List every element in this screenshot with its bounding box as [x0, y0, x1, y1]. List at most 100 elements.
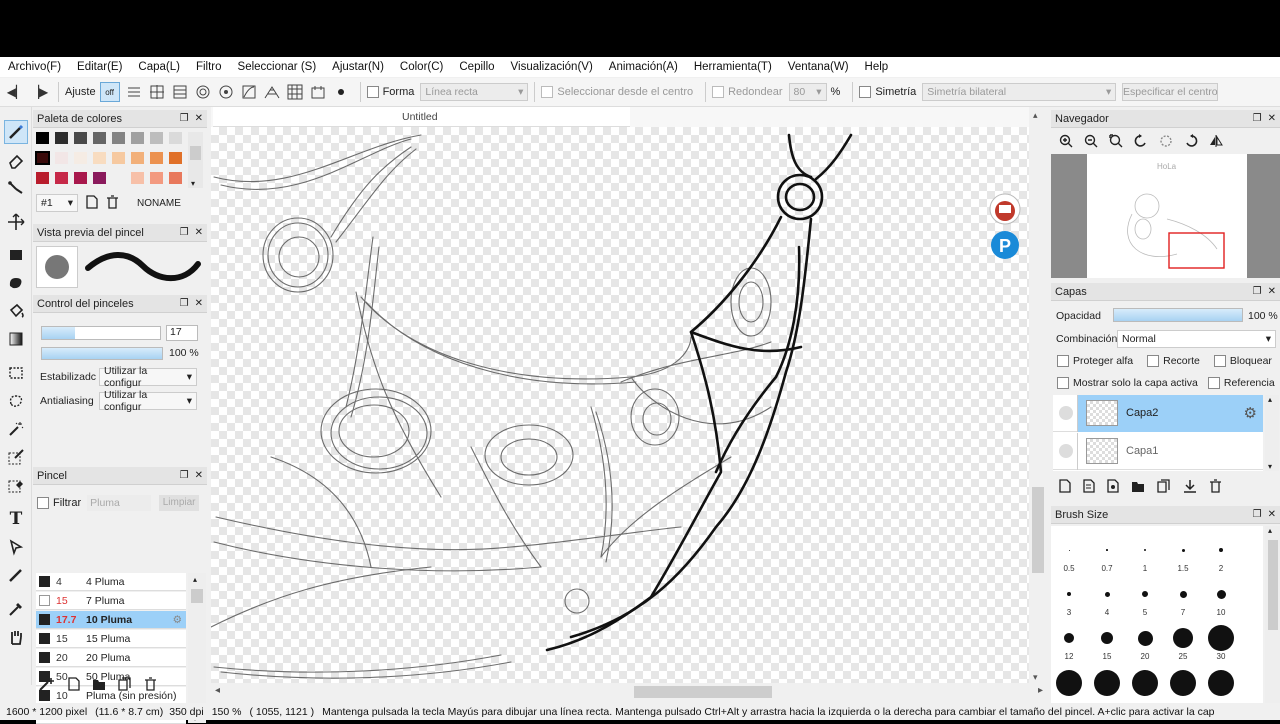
picsart-p-icon[interactable]: P	[991, 231, 1019, 259]
next-icon[interactable]: ▕▶	[29, 82, 49, 102]
forma-select[interactable]: Línea recta ▾	[420, 83, 529, 101]
brush-size-dot[interactable]	[1068, 549, 1070, 551]
color-swatch[interactable]	[74, 172, 87, 184]
menu-item-capa-l[interactable]: Capa(L)	[130, 61, 188, 73]
previous-icon[interactable]: ◀▏	[6, 82, 26, 102]
brush-list-item[interactable]: 15 7 Pluma	[36, 592, 186, 610]
clip-checkbox[interactable]	[1147, 355, 1160, 367]
canvas-vertical-scrollbar[interactable]: ▴ ▾	[1029, 107, 1047, 685]
move-tool-icon[interactable]	[4, 210, 28, 234]
brush-size-dot[interactable]	[1056, 670, 1082, 696]
brush-size-field[interactable]: 17	[166, 325, 198, 341]
color-swatch[interactable]	[131, 152, 144, 164]
forma-checkbox[interactable]	[366, 86, 379, 98]
brush-size-dot[interactable]	[1219, 548, 1223, 552]
scroll-thumb[interactable]	[1032, 487, 1044, 573]
brush-size-dot[interactable]	[1181, 548, 1185, 552]
zoom-in-icon[interactable]	[1059, 134, 1073, 151]
antialias-select[interactable]: Utilizar la configur ▾	[99, 389, 197, 413]
menu-item-color-c[interactable]: Color(C)	[392, 61, 451, 73]
flip-icon[interactable]	[1209, 134, 1223, 151]
brush-size-dot[interactable]	[1170, 670, 1196, 696]
brush-size-dot[interactable]	[1101, 632, 1113, 644]
scroll-thumb[interactable]	[1268, 540, 1278, 630]
brush-size-dot[interactable]	[1067, 592, 1071, 596]
opacity-slider[interactable]	[41, 347, 163, 360]
brush-list-item[interactable]: 4 4 Pluma	[36, 573, 186, 591]
select-center-checkbox[interactable]	[541, 86, 554, 98]
lines-tool-icon[interactable]	[4, 176, 28, 200]
close-icon[interactable]: ✕	[1268, 286, 1276, 297]
rotate-reset-icon[interactable]	[1159, 134, 1173, 151]
color-swatch[interactable]	[74, 152, 87, 164]
menu-item-herramienta-t[interactable]: Herramienta(T)	[686, 61, 780, 73]
color-swatch[interactable]	[150, 152, 163, 164]
visibility-toggle-icon[interactable]	[1059, 444, 1073, 458]
dot-icon[interactable]	[331, 82, 351, 102]
snap-hlines-icon[interactable]	[170, 82, 190, 102]
snap-concentric-icon[interactable]	[216, 82, 236, 102]
layer-settings-icon[interactable]: ⚙	[1244, 404, 1257, 422]
snap-circle-icon[interactable]	[193, 82, 213, 102]
merge-down-icon[interactable]	[1183, 479, 1197, 496]
layer-row[interactable]: Capa2 ⚙	[1053, 394, 1263, 432]
duplicate-layer-icon[interactable]	[1157, 479, 1171, 496]
filter-checkbox[interactable]	[37, 497, 49, 509]
palette-scrollbar[interactable]: ▾	[188, 132, 203, 188]
folder-icon[interactable]	[92, 678, 106, 694]
stabilizer-select[interactable]: Utilizar la configur ▾	[99, 365, 197, 389]
color-swatch[interactable]	[36, 132, 49, 144]
eyedropper-tool-icon[interactable]	[4, 597, 28, 621]
text-tool-icon[interactable]: T	[4, 507, 28, 531]
brush-size-slider[interactable]	[41, 326, 161, 340]
color-swatch[interactable]	[131, 132, 144, 144]
pen-tool-icon[interactable]	[4, 563, 28, 587]
document-tab[interactable]: Untitled	[213, 107, 630, 127]
color-swatch[interactable]	[112, 152, 125, 164]
color-swatch[interactable]	[93, 152, 106, 164]
brush-size-dot[interactable]	[1179, 590, 1187, 598]
menu-item-ajustar-n[interactable]: Ajustar(N)	[324, 61, 392, 73]
menu-item-editar-e[interactable]: Editar(E)	[69, 61, 130, 73]
blend-mode-select[interactable]: Normal ▾	[1117, 330, 1276, 348]
gradient-tool-icon[interactable]	[4, 327, 28, 351]
close-icon[interactable]: ✕	[1268, 509, 1276, 520]
menu-item-visualización-v[interactable]: Visualización(V)	[503, 61, 601, 73]
brush-size-scrollbar[interactable]: ▴	[1265, 526, 1280, 703]
snap-grid-icon[interactable]	[285, 82, 305, 102]
magic-wand-tool-icon[interactable]	[4, 417, 28, 441]
add-brush-icon[interactable]	[38, 676, 56, 695]
layer-opacity-slider[interactable]	[1113, 308, 1243, 322]
menu-item-help[interactable]: Help	[857, 61, 897, 73]
simetria-checkbox[interactable]	[859, 86, 872, 98]
rotate-left-icon[interactable]	[1134, 134, 1148, 151]
rect-select-tool-icon[interactable]	[4, 361, 28, 385]
lock-checkbox[interactable]	[1213, 355, 1226, 367]
brush-list-item[interactable]: 20 20 Pluma	[36, 649, 186, 667]
brush-size-dot[interactable]	[1142, 591, 1148, 597]
color-swatch[interactable]	[55, 132, 68, 144]
close-icon[interactable]: ✕	[195, 298, 203, 309]
close-icon[interactable]: ✕	[195, 470, 203, 481]
snap-perspective-icon[interactable]	[262, 82, 282, 102]
hand-tool-icon[interactable]	[4, 625, 28, 649]
trash-icon[interactable]	[106, 194, 119, 212]
menu-item-animación-a[interactable]: Animación(A)	[601, 61, 686, 73]
specify-center-button[interactable]: Especificar el centro	[1122, 83, 1219, 101]
select-pen-tool-icon[interactable]	[4, 445, 28, 469]
color-swatch[interactable]	[169, 172, 182, 184]
color-swatch[interactable]	[93, 172, 106, 184]
zoom-fit-icon[interactable]	[1109, 134, 1123, 151]
folder-icon[interactable]	[1131, 480, 1145, 496]
snap-off-button[interactable]: off	[99, 82, 120, 102]
brush-size-dot[interactable]	[1208, 670, 1234, 696]
color-swatch[interactable]	[169, 132, 182, 144]
color-swatch[interactable]	[112, 132, 125, 144]
zoom-out-icon[interactable]	[1084, 134, 1098, 151]
brush-list-item[interactable]: 15 15 Pluma	[36, 630, 186, 648]
sketch-drawing[interactable]: P	[211, 127, 1029, 683]
float-icon[interactable]: ❐	[180, 470, 189, 481]
rotate-right-icon[interactable]	[1184, 134, 1198, 151]
navigator-preview[interactable]: HoLa	[1051, 154, 1280, 278]
visibility-toggle-icon[interactable]	[1059, 406, 1073, 420]
